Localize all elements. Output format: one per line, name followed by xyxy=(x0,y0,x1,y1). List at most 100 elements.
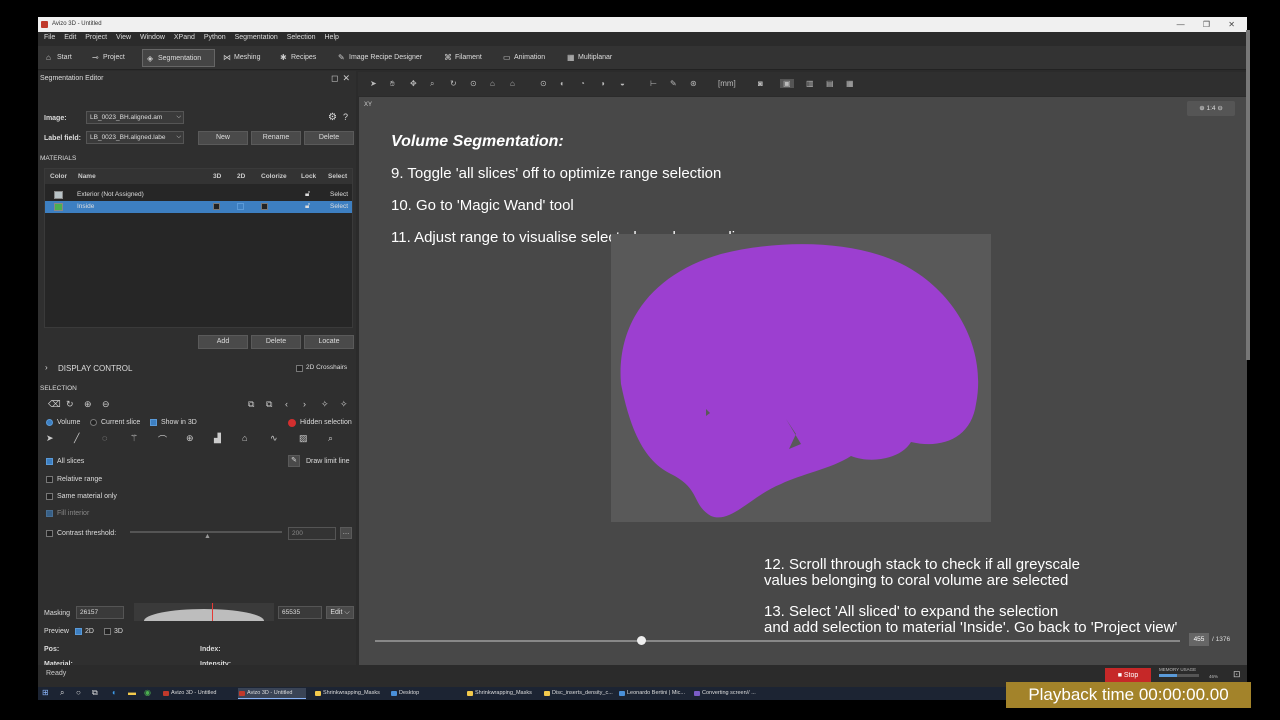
threshold-icon[interactable]: ▟ xyxy=(214,433,221,444)
layout-two-icon[interactable]: ▥ xyxy=(806,79,814,88)
contrast-threshold-checkbox[interactable] xyxy=(46,530,53,537)
contour-icon[interactable]: ∿ xyxy=(270,433,278,444)
add-material-button[interactable]: Add xyxy=(198,335,248,349)
rename-button[interactable]: Rename xyxy=(251,131,301,145)
meshing-button[interactable]: ⋈ Meshing xyxy=(219,49,264,67)
home-view-icon[interactable]: ⌂ xyxy=(490,79,495,88)
image-recipe-designer-button[interactable]: ✎ Image Recipe Designer xyxy=(334,49,426,67)
contrast-value-field[interactable]: 200 xyxy=(288,527,336,540)
top-hat-icon[interactable]: ⌂ xyxy=(242,433,247,443)
show-2d-checkbox[interactable] xyxy=(237,203,244,210)
clear-selection-icon[interactable]: ⌫ xyxy=(48,399,61,410)
extrapolate-icon[interactable]: ✧ xyxy=(340,399,348,410)
contrast-more-button[interactable]: … xyxy=(340,527,352,539)
window-controls[interactable]: — ❐ ✕ xyxy=(1177,17,1243,32)
blow-tool-icon[interactable]: ⊕ xyxy=(186,433,194,444)
menu-segmentation[interactable]: Segmentation xyxy=(235,34,278,41)
close-icon[interactable]: ✕ xyxy=(342,73,354,83)
all-slices-checkbox[interactable] xyxy=(46,458,53,465)
delete-material-button[interactable]: Delete xyxy=(251,335,301,349)
menu-xpand[interactable]: XPand xyxy=(174,34,195,41)
project-button[interactable]: ⊸ Project xyxy=(88,49,129,67)
menu-window[interactable]: Window xyxy=(140,34,165,41)
menu-file[interactable]: File xyxy=(44,34,55,41)
menu-view[interactable]: View xyxy=(116,34,131,41)
hidden-selection-indicator[interactable] xyxy=(288,419,296,427)
preview-2d-checkbox[interactable] xyxy=(75,628,82,635)
masking-edit-button[interactable]: Edit ⌵ xyxy=(326,606,354,619)
menu-help[interactable]: Help xyxy=(325,34,339,41)
fill-interior-checkbox[interactable] xyxy=(46,510,53,517)
masking-min-field[interactable]: 26157 xyxy=(76,606,124,619)
taskbar-item[interactable]: Converting screen// ... xyxy=(693,688,765,699)
slice-number-field[interactable]: 455 xyxy=(1189,633,1209,646)
hatch-icon[interactable]: ▨ xyxy=(299,433,308,444)
camera-rotate-icon[interactable]: ◐ xyxy=(560,79,565,88)
slice-slider-handle[interactable] xyxy=(636,636,646,645)
show-in-3d-checkbox[interactable] xyxy=(150,419,157,426)
snapshot-tool-icon[interactable]: ⊛ xyxy=(690,79,697,88)
relative-range-checkbox[interactable] xyxy=(46,476,53,483)
masking-histogram[interactable] xyxy=(134,603,274,621)
draw-limit-line-label[interactable]: Draw limit line xyxy=(306,458,350,465)
delete-button[interactable]: Delete xyxy=(304,131,354,145)
search-icon[interactable]: ⌕ xyxy=(60,688,64,698)
right-scrollbar[interactable] xyxy=(1246,30,1250,360)
paste-icon[interactable]: ⧉ xyxy=(266,399,272,410)
masking-max-field[interactable]: 65535 xyxy=(278,606,322,619)
taskbar-item[interactable]: Shrinkwrapping_Masks xyxy=(466,688,540,699)
material-select-link[interactable]: Select xyxy=(330,203,348,210)
pick-tool-icon[interactable]: ➤ xyxy=(46,433,54,444)
recipes-button[interactable]: ✱ Recipes xyxy=(276,49,320,67)
menu-project[interactable]: Project xyxy=(85,34,107,41)
zoom-in-icon[interactable]: ⊕ xyxy=(1199,105,1204,112)
gear-icon[interactable]: ⚙ xyxy=(328,112,337,123)
windows-start-icon[interactable]: ⊞ xyxy=(42,688,49,697)
colorize-checkbox[interactable] xyxy=(261,203,268,210)
taskbar-item[interactable]: Avizo 3D - Untitled xyxy=(238,688,306,699)
chrome-icon[interactable]: ◉ xyxy=(144,688,151,697)
preview-3d-checkbox[interactable] xyxy=(104,628,111,635)
perspective-icon[interactable]: ◔ xyxy=(580,79,585,88)
display-control-header[interactable]: DISPLAY CONTROL xyxy=(58,364,132,373)
pan-icon[interactable]: ✥ xyxy=(410,79,417,88)
orthographic-icon[interactable]: ◑ xyxy=(600,79,605,88)
float-icon[interactable]: ◻ xyxy=(331,73,342,83)
taskbar-item[interactable]: Shrinkwrapping_Masks xyxy=(314,688,386,699)
stop-button[interactable]: ■ Stop xyxy=(1105,668,1151,683)
multiplanar-button[interactable]: ▦ Multiplanar xyxy=(563,49,616,67)
previous-slice-icon[interactable]: ‹ xyxy=(285,399,288,409)
taskbar-item[interactable]: Disc_inserts_density_c... xyxy=(543,688,615,699)
rotate-icon[interactable]: ↻ xyxy=(450,79,457,88)
material-color-swatch[interactable] xyxy=(54,203,63,211)
seek-icon[interactable]: ⊙ xyxy=(470,79,477,88)
taskbar-item[interactable]: Avizo 3D - Untitled xyxy=(162,688,230,699)
volume-radio[interactable] xyxy=(46,419,53,426)
measure-icon[interactable]: ⊢ xyxy=(650,79,657,88)
stereo-icon[interactable]: ◒ xyxy=(620,79,625,88)
layout-four-icon[interactable]: ▦ xyxy=(846,79,854,88)
units-select[interactable]: [mm] xyxy=(718,79,736,88)
annotation-icon[interactable]: ✎ xyxy=(670,79,677,88)
brush-icon[interactable]: ╱ xyxy=(74,433,79,444)
slice-image[interactable] xyxy=(611,234,991,522)
image-select[interactable]: LB_0023_BH.aligned.am ⌵ xyxy=(86,111,184,124)
camera-icon[interactable]: ◙ xyxy=(758,79,763,88)
menu-edit[interactable]: Edit xyxy=(64,34,76,41)
menu-selection[interactable]: Selection xyxy=(287,34,316,41)
help-icon[interactable]: ? xyxy=(343,112,348,122)
slice-viewer[interactable]: XY ⊕ 1:4 ⊖ Volume Segmentation: 9. Toggl… xyxy=(359,97,1247,665)
view-all-icon[interactable]: ⊙ xyxy=(540,79,547,88)
task-view-icon[interactable]: ⧉ xyxy=(92,688,98,698)
material-row-inside[interactable]: Inside 🔓︎ Select xyxy=(45,201,352,213)
chevron-right-icon[interactable]: › xyxy=(45,363,48,372)
material-color-swatch[interactable] xyxy=(54,191,63,199)
zoom-out-icon[interactable]: ⊖ xyxy=(1217,105,1222,112)
current-slice-radio[interactable] xyxy=(90,419,97,426)
pointer-icon[interactable]: ➤ xyxy=(370,79,377,88)
animation-button[interactable]: ▭ Animation xyxy=(499,49,549,67)
interpolate-icon[interactable]: ✧ xyxy=(321,399,329,410)
segmentation-button[interactable]: ◈ Segmentation xyxy=(142,49,215,67)
layout-single-icon[interactable]: ▣ xyxy=(780,79,794,88)
labelfield-select[interactable]: LB_0023_BH.aligned.labe ⌵ xyxy=(86,131,184,144)
